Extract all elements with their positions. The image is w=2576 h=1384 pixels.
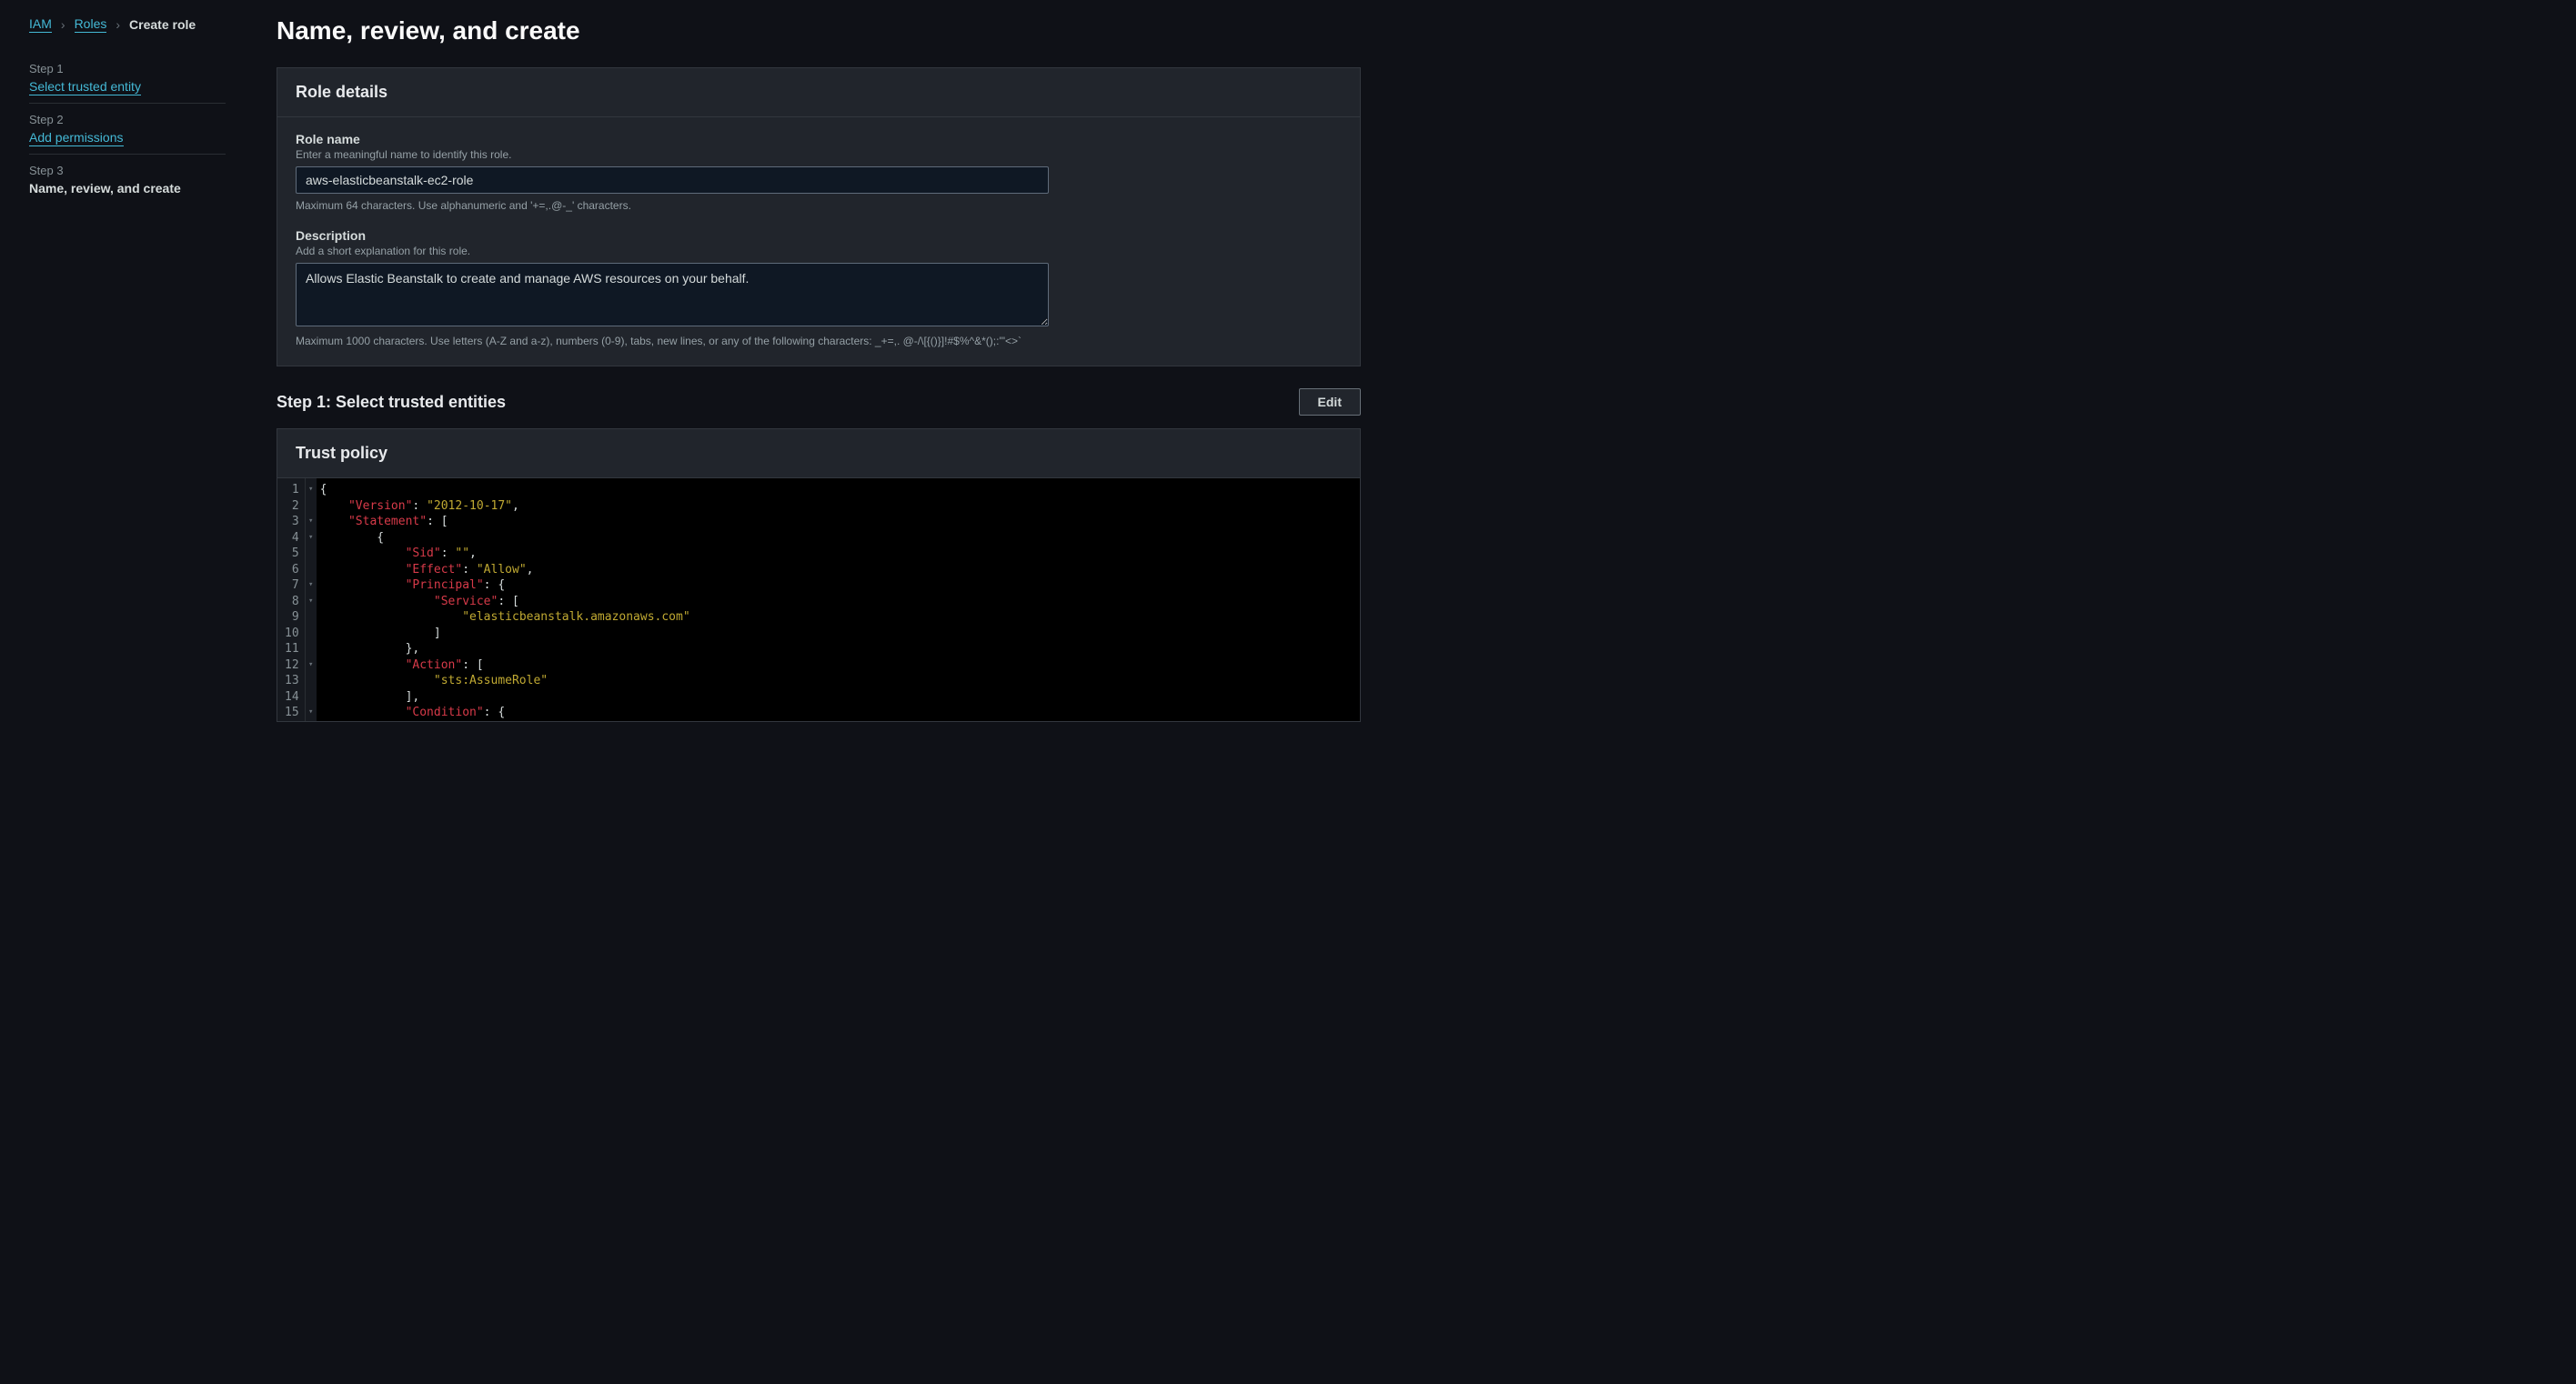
description-textarea[interactable] [296, 263, 1049, 326]
breadcrumb: IAM › Roles › Create role [29, 16, 226, 33]
wizard-step-2: Step 2 Add permissions [29, 104, 226, 155]
step-current: Name, review, and create [29, 181, 226, 196]
wizard-step-1: Step 1 Select trusted entity [29, 53, 226, 104]
role-name-input[interactable] [296, 166, 1049, 194]
breadcrumb-roles[interactable]: Roles [75, 16, 107, 33]
step-label: Step 3 [29, 164, 226, 177]
breadcrumb-current: Create role [129, 17, 196, 32]
role-name-constraint: Maximum 64 characters. Use alphanumeric … [296, 199, 1342, 212]
role-name-hint: Enter a meaningful name to identify this… [296, 148, 1342, 161]
wizard-step-3: Step 3 Name, review, and create [29, 155, 226, 205]
page-title: Name, review, and create [277, 16, 1361, 45]
description-label: Description [296, 228, 1342, 243]
step-label: Step 1 [29, 62, 226, 75]
step-link-permissions[interactable]: Add permissions [29, 130, 124, 146]
fold-column: ▾▾▾▾▾▾▾ [306, 478, 317, 721]
chevron-right-icon: › [61, 17, 65, 32]
step-link-trusted-entity[interactable]: Select trusted entity [29, 79, 141, 95]
breadcrumb-iam[interactable]: IAM [29, 16, 52, 33]
chevron-right-icon: › [116, 17, 120, 32]
description-hint: Add a short explanation for this role. [296, 245, 1342, 257]
role-details-panel: Role details Role name Enter a meaningfu… [277, 67, 1361, 366]
trust-policy-heading: Trust policy [296, 444, 1342, 463]
description-constraint: Maximum 1000 characters. Use letters (A-… [296, 335, 1342, 347]
code-editor[interactable]: 1 2 3 4 5 6 7 8 9101112131415 ▾▾▾▾▾▾▾ { … [277, 478, 1360, 721]
code-body[interactable]: { "Version": "2012-10-17", "Statement": … [317, 478, 1360, 721]
line-gutter: 1 2 3 4 5 6 7 8 9101112131415 [277, 478, 306, 721]
role-name-label: Role name [296, 132, 1342, 146]
step-label: Step 2 [29, 113, 226, 126]
trust-policy-panel: Trust policy 1 2 3 4 5 6 7 8 91011121314… [277, 428, 1361, 722]
role-details-heading: Role details [296, 83, 1342, 102]
edit-button[interactable]: Edit [1299, 388, 1361, 416]
step1-section-title: Step 1: Select trusted entities [277, 393, 506, 412]
